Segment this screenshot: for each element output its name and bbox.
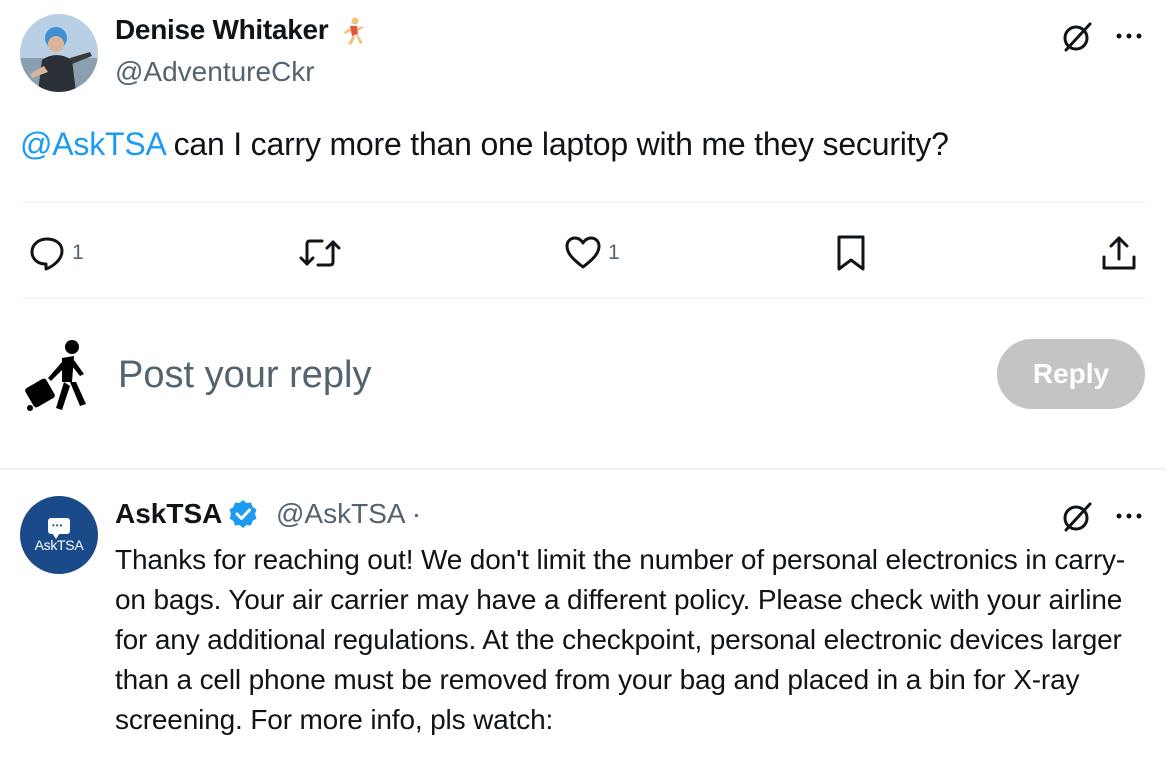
reply-icon (30, 237, 64, 271)
runner-emoji-icon (343, 17, 363, 45)
divider (20, 202, 1146, 203)
verified-badge-icon (229, 500, 257, 528)
reply-author-handle[interactable]: @AskTSA · (276, 498, 421, 530)
tweet-text: @AskTSA can I carry more than one laptop… (20, 126, 949, 163)
reply-author-name-text: AskTSA (115, 498, 223, 529)
reply-author-name[interactable]: AskTSA (115, 498, 258, 530)
chat-bubble-icon: ••• (48, 517, 70, 539)
grok-icon[interactable] (1060, 20, 1094, 54)
share-icon (1102, 236, 1136, 270)
like-action[interactable]: 1 (564, 234, 620, 272)
tweet-body: can I carry more than one laptop with me… (173, 126, 949, 162)
reply-button[interactable]: Reply (997, 339, 1145, 409)
more-icon[interactable] (1112, 22, 1146, 50)
author-avatar[interactable] (20, 14, 98, 92)
divider (0, 468, 1166, 470)
author-handle[interactable]: @AdventureCkr (115, 56, 315, 88)
reply-action[interactable]: 1 (28, 234, 84, 272)
author-name-text: Denise Whitaker (115, 14, 329, 45)
retweet-icon (299, 239, 341, 267)
like-icon (565, 236, 601, 269)
author-name[interactable]: Denise Whitaker (115, 14, 366, 48)
avatar-logo-text: AskTSA (34, 536, 84, 553)
reply-input[interactable] (118, 350, 878, 400)
like-count: 1 (608, 241, 620, 264)
retweet-action[interactable] (298, 234, 342, 272)
asktsa-avatar[interactable]: ••• AskTSA (20, 496, 98, 574)
reply-count: 1 (72, 241, 84, 264)
avatar-photo (20, 14, 98, 92)
reply-text: Thanks for reaching out! We don't limit … (115, 544, 1126, 735)
grok-icon[interactable] (1060, 500, 1094, 534)
traveler-avatar-icon (25, 340, 86, 411)
share-action[interactable] (1100, 234, 1138, 272)
bookmark-icon (837, 235, 865, 271)
divider (20, 298, 1146, 299)
more-icon[interactable] (1112, 502, 1146, 530)
bookmark-action[interactable] (832, 234, 870, 272)
mention-link[interactable]: @AskTSA (20, 126, 165, 162)
